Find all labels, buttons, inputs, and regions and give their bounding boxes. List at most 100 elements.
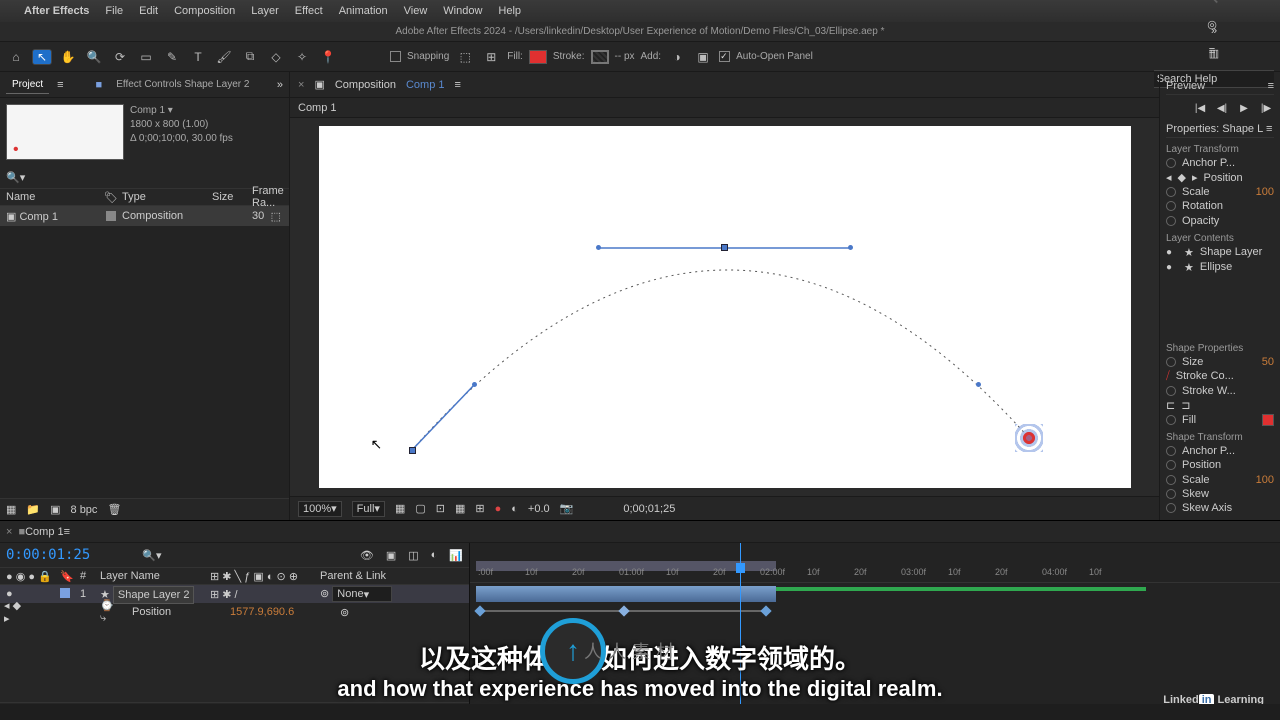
- bezier-handle-1[interactable]: [472, 382, 477, 387]
- shape-transform-section[interactable]: Shape Transform: [1166, 432, 1274, 443]
- selection-tool[interactable]: ↖: [32, 49, 52, 65]
- shape-properties-section[interactable]: Shape Properties: [1166, 343, 1274, 354]
- home-tool[interactable]: ⌂: [6, 47, 26, 67]
- prop-skew-axis[interactable]: Skew Axis: [1182, 502, 1232, 514]
- panel-menu-icon[interactable]: ≡: [57, 79, 63, 91]
- timeline-tab-close-icon[interactable]: ×: [6, 526, 12, 538]
- timeline-tab-menu-icon[interactable]: ≡: [64, 526, 70, 538]
- visibility-icon[interactable]: ●: [1166, 247, 1178, 258]
- first-frame-button[interactable]: |◀: [1192, 101, 1208, 115]
- parent-dropdown[interactable]: None ▾: [332, 586, 392, 602]
- layer-transform-section[interactable]: Layer Transform: [1166, 144, 1274, 155]
- menu-view[interactable]: View: [404, 5, 428, 17]
- stroke-none-icon[interactable]: ⧸: [1166, 370, 1170, 383]
- eraser-tool[interactable]: ◇: [266, 47, 286, 67]
- roto-tool[interactable]: ✧: [292, 47, 312, 67]
- shy-icon[interactable]: 👁: [360, 549, 374, 562]
- prop-size[interactable]: Size: [1182, 356, 1203, 368]
- visibility-icon-2[interactable]: ●: [1166, 262, 1178, 273]
- workspace-icon[interactable]: ▥: [1209, 47, 1219, 60]
- prop-stroke-color[interactable]: Stroke Co...: [1176, 370, 1234, 382]
- preview-menu-icon[interactable]: ≡: [1268, 80, 1274, 92]
- layer-contents-section[interactable]: Layer Contents: [1166, 233, 1274, 244]
- shape-layer-object[interactable]: [1015, 424, 1043, 452]
- prev-kf-icon[interactable]: ◂: [1166, 171, 1172, 184]
- overflow-icon[interactable]: »: [1211, 25, 1217, 37]
- app-name[interactable]: After Effects: [24, 5, 89, 17]
- canvas[interactable]: ↖: [319, 126, 1131, 488]
- stroke-swatch[interactable]: [591, 50, 609, 64]
- layer-duration-bar[interactable]: [476, 586, 776, 602]
- col-size[interactable]: Size: [212, 191, 252, 203]
- content-shape-layer[interactable]: Shape Layer: [1200, 246, 1262, 258]
- snapshot-icon[interactable]: 📷: [560, 502, 574, 515]
- tl-col-parent[interactable]: Parent & Link: [320, 570, 386, 582]
- roi-icon[interactable]: ⊡: [436, 502, 445, 515]
- menu-file[interactable]: File: [105, 5, 123, 17]
- brush-tool[interactable]: 🖌: [214, 47, 234, 67]
- project-item-comp1[interactable]: ▣ Comp 1 Composition 30⬚: [0, 206, 289, 226]
- zoom-tool[interactable]: 🔍: [84, 47, 104, 67]
- menu-animation[interactable]: Animation: [339, 5, 388, 17]
- exposure-value[interactable]: +0.0: [528, 503, 550, 515]
- viewer-timecode[interactable]: 0;00;01;25: [623, 503, 675, 515]
- graph-editor-icon[interactable]: 📊: [449, 549, 463, 562]
- composition-viewer[interactable]: ↖: [290, 118, 1159, 496]
- comp-tab-close-icon[interactable]: ×: [298, 79, 304, 91]
- snapping-checkbox[interactable]: [390, 51, 401, 62]
- bezier-handle-2[interactable]: [596, 245, 601, 250]
- zoom-dropdown[interactable]: 100% ▾: [298, 501, 342, 517]
- timeline-track-area[interactable]: :00f 10f 20f 01:00f 10f 20f 02:00f 10f 2…: [470, 543, 1280, 720]
- content-ellipse[interactable]: Ellipse: [1200, 261, 1232, 273]
- folder-icon[interactable]: 📁: [26, 503, 40, 516]
- prop-scale[interactable]: Scale: [1182, 186, 1210, 198]
- current-timecode[interactable]: 0:00:01:25: [6, 547, 90, 563]
- tabs-overflow-icon[interactable]: »: [277, 79, 283, 91]
- linecap-icon[interactable]: ⊏: [1166, 399, 1175, 412]
- anchor-stopwatch-icon[interactable]: [1166, 158, 1176, 168]
- menu-effect[interactable]: Effect: [295, 5, 323, 17]
- fill-stopwatch-icon[interactable]: [1166, 415, 1176, 425]
- draft3d-icon[interactable]: ▣: [386, 549, 396, 562]
- trash-icon[interactable]: 🗑: [107, 503, 121, 516]
- motionblur-icon[interactable]: ◐: [431, 549, 438, 561]
- comp-breadcrumb[interactable]: Comp 1: [298, 102, 337, 114]
- timeline-tab[interactable]: Comp 1: [25, 526, 64, 538]
- prop-rotation[interactable]: Rotation: [1182, 200, 1223, 212]
- project-empty-area[interactable]: [0, 226, 289, 498]
- play-button[interactable]: ▶: [1236, 101, 1252, 115]
- bezier-icon[interactable]: ▣: [693, 47, 713, 67]
- new-comp-icon[interactable]: ▣: [50, 503, 60, 516]
- keyframe-anchor-start[interactable]: [409, 447, 416, 454]
- scale-stopwatch-icon[interactable]: [1166, 187, 1176, 197]
- keyframe-anchor-mid[interactable]: [721, 244, 728, 251]
- bpc-toggle[interactable]: 8 bpc: [71, 504, 98, 516]
- rotation-stopwatch-icon[interactable]: [1166, 201, 1176, 211]
- guides-icon[interactable]: ⊞: [475, 502, 484, 515]
- orbit-tool[interactable]: ⟳: [110, 47, 130, 67]
- prop-stroke-width[interactable]: Stroke W...: [1182, 385, 1236, 397]
- fill-swatch[interactable]: [529, 50, 547, 64]
- col-name[interactable]: Name: [0, 191, 100, 203]
- resolution-dropdown[interactable]: Full ▾: [352, 501, 385, 517]
- add-menu-icon[interactable]: ◑: [667, 47, 687, 67]
- prop-scale2[interactable]: Scale: [1182, 474, 1210, 486]
- comp-tab-menu-icon[interactable]: ≡: [455, 79, 461, 91]
- bezier-handle-3[interactable]: [848, 245, 853, 250]
- keyframe-1[interactable]: [474, 605, 485, 616]
- menu-edit[interactable]: Edit: [139, 5, 158, 17]
- prop-opacity[interactable]: Opacity: [1182, 215, 1219, 227]
- keyframe-3[interactable]: [760, 605, 771, 616]
- next-frame-button[interactable]: |▶: [1258, 101, 1274, 115]
- puppet-tool[interactable]: 📍: [318, 47, 338, 67]
- tab-effect-controls[interactable]: Effect Controls Shape Layer 2: [110, 76, 255, 93]
- snap-opt2-icon[interactable]: ⊞: [481, 47, 501, 67]
- interpret-icon[interactable]: ▦: [6, 503, 16, 516]
- snap-opt1-icon[interactable]: ⬚: [455, 47, 475, 67]
- prop-fill[interactable]: Fill: [1182, 414, 1196, 426]
- comp-tab-label[interactable]: Composition: [335, 79, 396, 91]
- current-time-indicator[interactable]: [740, 543, 741, 720]
- comp-tab-name[interactable]: Comp 1: [406, 79, 445, 91]
- prop-anchor[interactable]: Anchor P...: [1182, 157, 1235, 169]
- autopanel-checkbox[interactable]: [719, 51, 730, 62]
